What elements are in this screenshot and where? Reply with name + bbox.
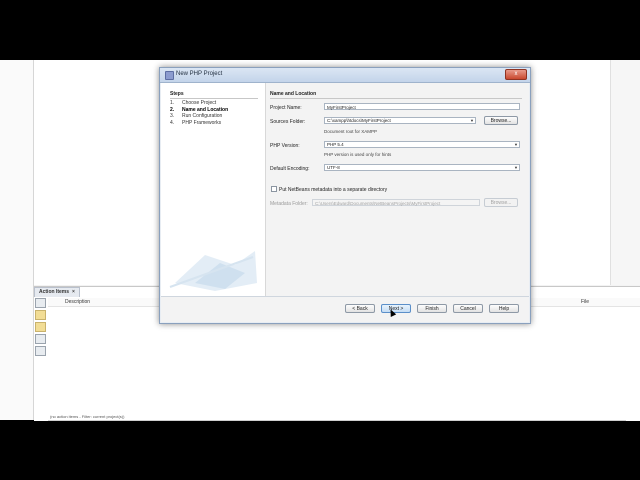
dialog-close-button[interactable]: x xyxy=(505,69,527,80)
back-button[interactable]: < Back xyxy=(345,304,375,313)
folder-icon[interactable] xyxy=(35,310,46,320)
step-label: Name and Location xyxy=(182,106,229,113)
php-version-combo[interactable]: PHP 5.4 ▼ xyxy=(324,141,520,148)
column-description[interactable]: Description xyxy=(65,298,90,306)
dialog-body: Steps 1. Choose Project 2. Name and Locati… xyxy=(161,83,529,322)
metadata-folder-input[interactable]: C:\Users\Edward\Documents\NetBeansProjec… xyxy=(312,199,480,206)
sources-hint: Document root for XAMPP xyxy=(324,129,378,134)
dialog-title: New PHP Project xyxy=(176,71,223,77)
steps-panel: Steps 1. Choose Project 2. Name and Locati… xyxy=(161,83,266,296)
help-button[interactable]: Help xyxy=(489,304,519,313)
new-php-project-dialog: New PHP Project x Steps 1. Choose Project… xyxy=(159,67,531,324)
separate-metadata-checkbox[interactable] xyxy=(271,186,277,192)
divider xyxy=(170,98,258,99)
chevron-down-icon: ▼ xyxy=(514,165,518,170)
netbeans-watermark-icon xyxy=(169,251,257,291)
divider xyxy=(161,296,529,297)
browse-button[interactable]: Browse... xyxy=(484,116,518,125)
ide-left-toolbar-strip xyxy=(0,60,34,420)
name-location-panel: Name and Location Project Name: MyFirstP… xyxy=(265,83,529,296)
tree-icon[interactable] xyxy=(35,346,46,356)
encoding-combo[interactable]: UTF-8 ▼ xyxy=(324,164,520,171)
ide-right-strip xyxy=(610,60,640,285)
encoding-label: Default Encoding: xyxy=(270,166,310,172)
action-items-status: (no action items - Filter: current proje… xyxy=(50,414,125,419)
dialog-titlebar[interactable]: New PHP Project x xyxy=(160,68,530,83)
action-items-tab[interactable]: Action Items × xyxy=(34,287,80,297)
sources-folder-combo[interactable]: C:\xampp\htdocs\MyFirstProject ▼ xyxy=(324,117,476,124)
divider xyxy=(48,420,626,421)
sources-folder-label: Sources Folder: xyxy=(270,119,306,125)
next-button[interactable]: Next > xyxy=(381,304,411,313)
step-label: Choose Project xyxy=(182,100,217,106)
divider xyxy=(270,98,522,99)
chevron-down-icon: ▼ xyxy=(470,118,474,123)
encoding-value: UTF-8 xyxy=(327,165,340,170)
chevron-down-icon: ▼ xyxy=(514,142,518,147)
action-items-tab-label: Action Items xyxy=(39,289,70,295)
section-heading: Name and Location xyxy=(270,91,317,97)
php-version-label: PHP Version: xyxy=(270,143,300,149)
step-item: 4. PHP Frameworks xyxy=(170,120,228,127)
app-icon xyxy=(165,71,174,80)
step-label: PHP Frameworks xyxy=(182,119,222,126)
metadata-folder-label: Metadata Folder: xyxy=(270,201,308,207)
close-icon[interactable]: × xyxy=(72,289,75,295)
document-icon[interactable] xyxy=(35,298,46,308)
php-version-hint: PHP version is used only for hints xyxy=(324,152,392,157)
column-file[interactable]: File xyxy=(581,298,589,306)
browse-metadata-button[interactable]: Browse... xyxy=(484,198,518,207)
step-number: 4. xyxy=(170,119,175,126)
finish-button[interactable]: Finish xyxy=(417,304,447,313)
filter-icon[interactable] xyxy=(35,334,46,344)
step-label: Run Configuration xyxy=(182,113,223,119)
sources-folder-value: C:\xampp\htdocs\MyFirstProject xyxy=(327,118,391,123)
steps-list: 1. Choose Project 2. Name and Location 3. R… xyxy=(170,100,228,126)
cancel-button[interactable]: Cancel xyxy=(453,304,483,313)
project-name-input[interactable]: MyFirstProject xyxy=(324,103,520,110)
action-items-toolbar xyxy=(35,298,47,358)
project-name-label: Project Name: xyxy=(270,105,302,111)
folders-icon[interactable] xyxy=(35,322,46,332)
separate-metadata-label[interactable]: Put NetBeans metadata into a separate di… xyxy=(279,187,387,193)
php-version-value: PHP 5.4 xyxy=(327,142,344,147)
steps-heading: Steps xyxy=(170,91,184,97)
